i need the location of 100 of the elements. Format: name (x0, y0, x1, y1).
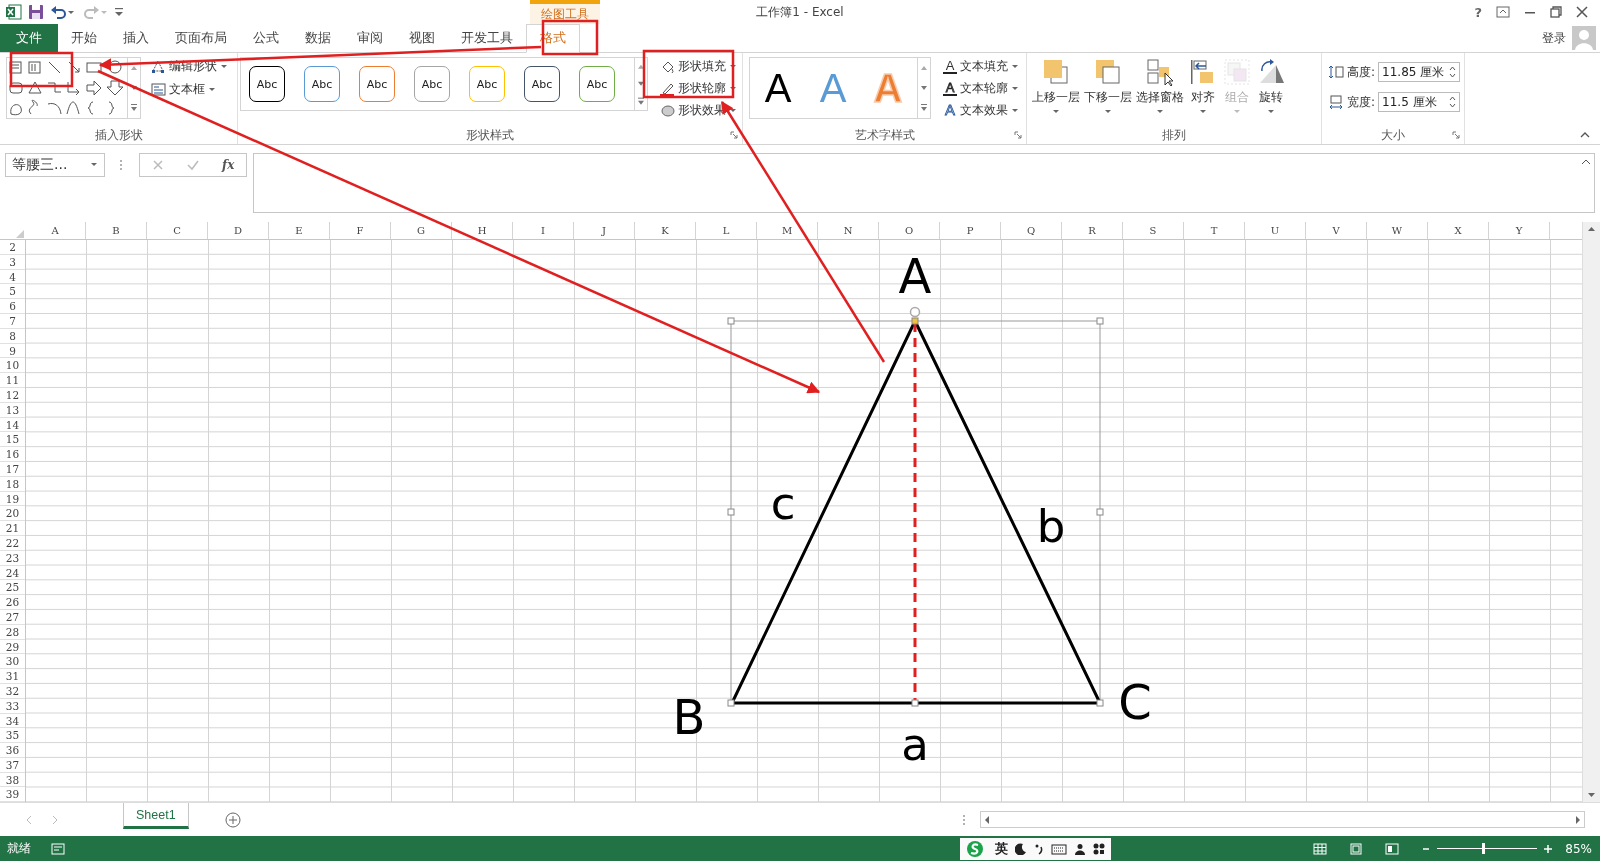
row-header[interactable]: 10 (0, 358, 25, 374)
adjust-handle[interactable] (911, 317, 919, 325)
vertical-scrollbar[interactable] (1582, 222, 1600, 802)
horizontal-scrollbar[interactable] (980, 811, 1585, 828)
row-header[interactable]: 11 (0, 373, 25, 388)
ribbon-command[interactable]: 选择窗格 (1135, 57, 1185, 116)
row-header[interactable]: 7 (0, 314, 25, 329)
row-header[interactable]: 27 (0, 609, 25, 625)
column-header[interactable]: T (1184, 222, 1245, 239)
zoom-slider-thumb[interactable] (1482, 843, 1486, 854)
ime-toolbar[interactable]: 英 (960, 837, 1111, 860)
rotate-handle[interactable] (909, 306, 921, 318)
user-icon[interactable] (1074, 842, 1086, 855)
row-header[interactable]: 23 (0, 550, 25, 566)
ribbon-tab[interactable]: 数据 (292, 24, 344, 52)
zoom-level[interactable]: 85% (1565, 841, 1600, 856)
expand-formula-icon[interactable] (1581, 157, 1591, 165)
column-header[interactable]: M (757, 222, 818, 239)
column-header[interactable]: X (1428, 222, 1489, 239)
dialog-launcher-icon[interactable] (1452, 131, 1460, 139)
row-header[interactable]: 15 (0, 432, 25, 448)
column-header[interactable]: Q (1001, 222, 1062, 239)
dialog-launcher-icon[interactable] (1014, 131, 1022, 139)
ribbon-tab[interactable]: 视图 (396, 24, 448, 52)
name-box[interactable]: 等腰三... (5, 153, 105, 177)
zoom-in-icon[interactable] (1543, 843, 1554, 854)
ribbon-tab[interactable]: 页面布局 (162, 24, 240, 52)
row-header[interactable]: 17 (0, 461, 25, 477)
ribbon-display-icon[interactable] (1496, 6, 1510, 18)
collapse-ribbon-icon[interactable] (1580, 130, 1590, 138)
ribbon-command[interactable]: 对齐 (1187, 57, 1219, 116)
column-header[interactable]: V (1306, 222, 1367, 239)
ribbon-command[interactable]: 上移一层 (1031, 57, 1081, 116)
row-header[interactable]: 16 (0, 447, 25, 462)
row-header[interactable]: 38 (0, 772, 25, 788)
help-button[interactable]: ? (1474, 4, 1482, 20)
ribbon-command[interactable]: 文本框 (151, 80, 228, 99)
row-header[interactable]: 39 (0, 787, 25, 803)
toolbox-icon[interactable] (1093, 842, 1105, 855)
column-header[interactable]: J (574, 222, 635, 239)
size-field[interactable]: 11.85 厘米 (1378, 62, 1461, 82)
close-icon[interactable] (1576, 6, 1588, 18)
row-header[interactable]: 9 (0, 343, 25, 359)
ribbon-command[interactable]: A 文本轮廓 (943, 79, 1019, 98)
add-sheet-icon[interactable] (224, 811, 241, 828)
row-header[interactable]: 28 (0, 624, 25, 640)
ribbon-command[interactable]: 形状填充 (660, 57, 737, 76)
column-header[interactable]: E (269, 222, 330, 239)
row-header[interactable]: 21 (0, 521, 25, 536)
column-header[interactable]: Y (1489, 222, 1550, 239)
row-header[interactable]: 12 (0, 387, 25, 403)
ribbon-command[interactable]: A 文本效果 (943, 101, 1019, 120)
column-header[interactable]: W (1367, 222, 1428, 239)
shape-style-preset[interactable]: Abc (469, 66, 505, 102)
row-header[interactable]: 36 (0, 743, 25, 758)
ribbon-command[interactable]: A 文本填充 (943, 57, 1019, 76)
column-header[interactable]: L (696, 222, 757, 239)
ribbon-tab[interactable]: 审阅 (344, 24, 396, 52)
row-header[interactable]: 29 (0, 639, 25, 655)
row-header[interactable]: 4 (0, 269, 25, 285)
sign-in-link[interactable]: 登录 (1542, 29, 1566, 47)
row-header[interactable]: 13 (0, 402, 25, 418)
undo-icon[interactable] (50, 4, 76, 20)
punctuation-icon[interactable] (1034, 842, 1044, 855)
shape-style-preset[interactable]: Abc (304, 66, 340, 102)
column-header[interactable]: D (208, 222, 269, 239)
ribbon-tab[interactable]: 插入 (110, 24, 162, 52)
page-break-preview-icon[interactable] (1385, 842, 1400, 855)
resize-handle[interactable] (1096, 699, 1104, 707)
shape-style-preset[interactable]: Abc (524, 66, 560, 102)
row-header[interactable]: 24 (0, 565, 25, 581)
row-header[interactable]: 3 (0, 254, 25, 270)
ribbon-tab[interactable]: 开发工具 (448, 24, 526, 52)
resize-handle[interactable] (911, 699, 919, 707)
shape-style-preset[interactable]: Abc (579, 66, 615, 102)
restore-icon[interactable] (1550, 6, 1562, 18)
column-header[interactable]: H (452, 222, 513, 239)
row-header[interactable]: 5 (0, 284, 25, 300)
height-line[interactable] (913, 323, 917, 701)
formula-input[interactable] (253, 153, 1595, 213)
page-layout-icon[interactable] (1349, 842, 1364, 855)
column-header[interactable]: P (940, 222, 1001, 239)
save-icon[interactable] (28, 4, 44, 20)
file-tab[interactable]: 文件 (0, 24, 58, 52)
row-header[interactable]: 18 (0, 476, 25, 492)
column-header[interactable]: F (330, 222, 391, 239)
customize-icon[interactable] (114, 5, 124, 19)
row-header[interactable]: 30 (0, 654, 25, 670)
row-header[interactable]: 19 (0, 491, 25, 507)
row-header[interactable]: 22 (0, 535, 25, 551)
wordart-preset[interactable]: A (752, 63, 804, 113)
column-header[interactable]: B (86, 222, 147, 239)
shape-style-preset[interactable]: Abc (249, 66, 285, 102)
row-header[interactable]: 34 (0, 713, 25, 729)
column-header[interactable]: O (879, 222, 940, 239)
insert-function-button[interactable]: fx (222, 158, 235, 172)
ribbon-command[interactable]: 形状轮廓 (660, 79, 737, 98)
size-field[interactable]: 11.5 厘米 (1378, 92, 1461, 112)
macro-record-icon[interactable] (51, 842, 65, 855)
column-header[interactable]: G (391, 222, 452, 239)
